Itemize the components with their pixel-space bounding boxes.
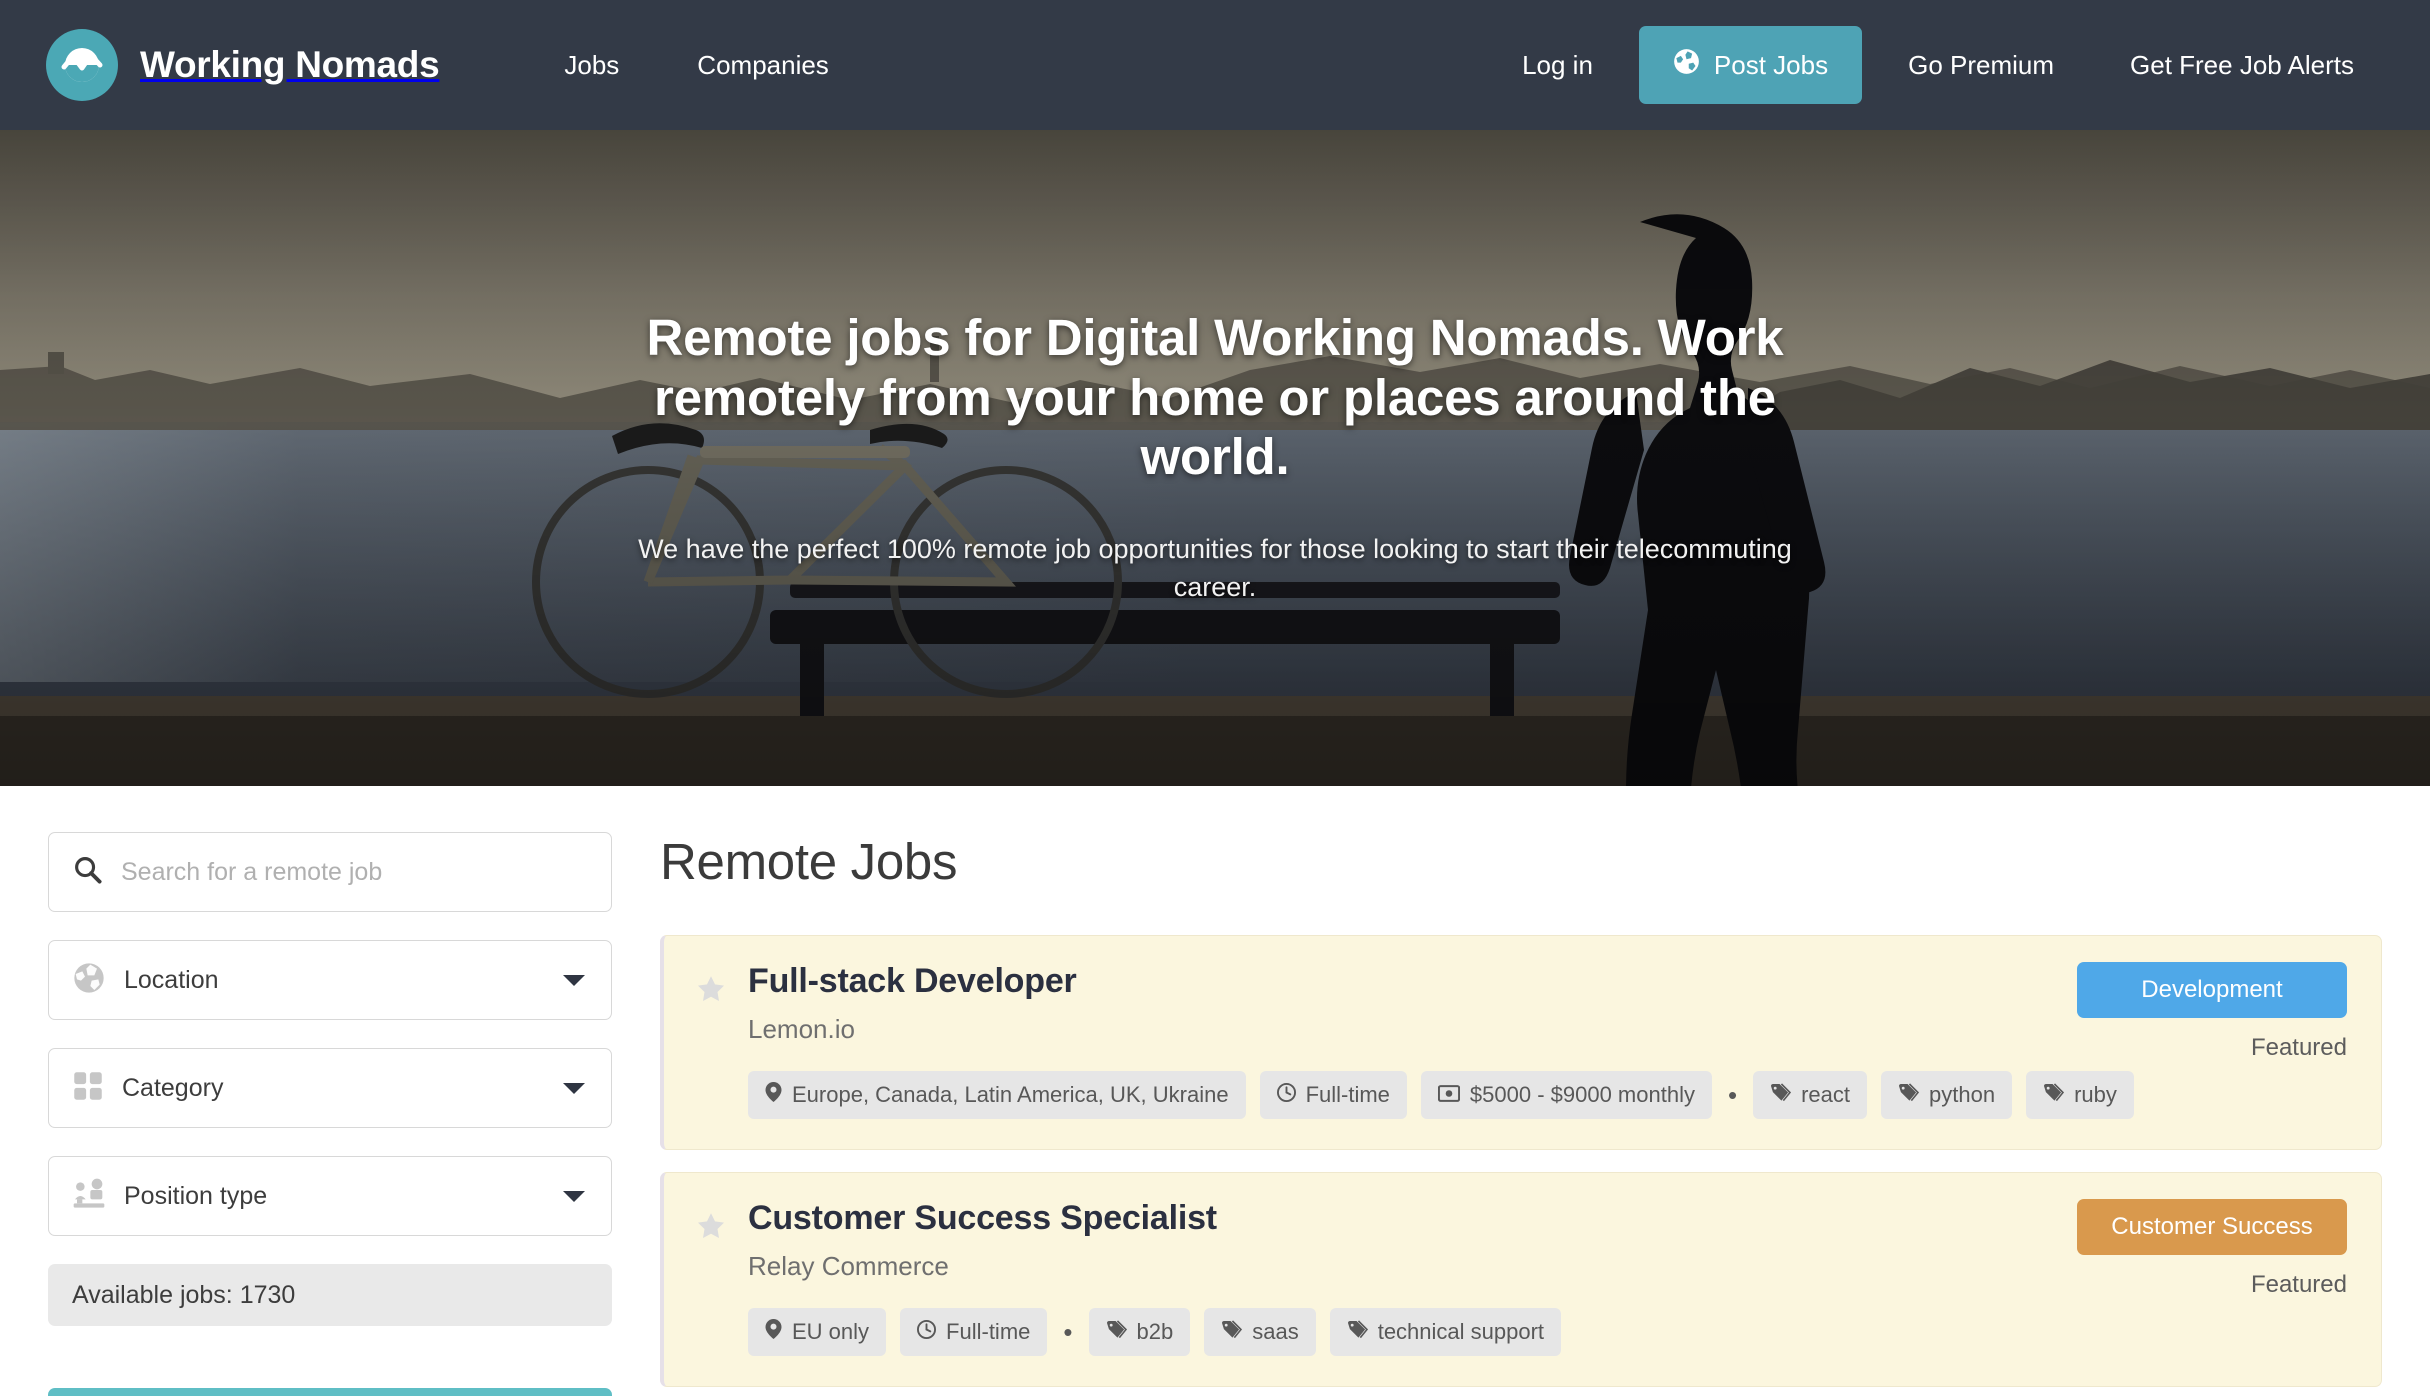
- hero-title: Remote jobs for Digital Working Nomads. …: [646, 309, 1784, 486]
- job-type-text: Full-time: [946, 1319, 1031, 1344]
- filter-location-label: Location: [124, 965, 219, 994]
- job-skill-pill[interactable]: b2b: [1088, 1308, 1191, 1356]
- chevron-down-icon: [563, 1190, 585, 1202]
- clock-icon: [1276, 1082, 1296, 1108]
- job-category-badge[interactable]: Customer Success: [2077, 1199, 2347, 1255]
- page-body: Location Category: [0, 786, 2430, 1396]
- map-pin-icon: [765, 1082, 782, 1108]
- tag-icon: [1106, 1319, 1127, 1345]
- job-skill-pill[interactable]: saas: [1204, 1308, 1316, 1356]
- page-title: Remote Jobs: [660, 833, 958, 890]
- search-icon: [73, 855, 102, 889]
- filter-position-type[interactable]: Position type: [48, 1156, 612, 1236]
- chevron-down-icon: [563, 1082, 585, 1094]
- tag-separator: •: [1063, 1317, 1073, 1347]
- job-skill-text: saas: [1252, 1319, 1299, 1344]
- post-jobs-label: Post Jobs: [1713, 49, 1829, 80]
- money-icon: [1437, 1082, 1460, 1108]
- secondary-nav: Log in Post Jobs Go Premium Get Free Job…: [1484, 0, 2392, 130]
- job-skill-text: technical support: [1377, 1319, 1545, 1344]
- hero-banner: Remote jobs for Digital Working Nomads. …: [0, 130, 2430, 786]
- job-skill-pill[interactable]: react: [1753, 1071, 1867, 1119]
- map-pin-icon: [765, 1319, 782, 1345]
- job-type-pill: Full-time: [900, 1308, 1048, 1356]
- filter-location[interactable]: Location: [48, 940, 612, 1020]
- filters-sidebar: Location Category: [0, 832, 660, 1396]
- grid-icon: [73, 1071, 103, 1106]
- job-alerts-link[interactable]: Get Free Job Alerts: [2092, 50, 2392, 81]
- primary-nav: Jobs Companies: [525, 50, 867, 81]
- globe-icon: [73, 962, 105, 999]
- star-icon[interactable]: [696, 974, 726, 1009]
- tag-icon: [1770, 1082, 1792, 1108]
- login-link[interactable]: Log in: [1484, 50, 1631, 81]
- job-location-pill: EU only: [748, 1308, 887, 1356]
- featured-label: Featured: [2250, 1271, 2347, 1298]
- go-premium-link[interactable]: Go Premium: [1870, 50, 2092, 81]
- tag-icon: [1221, 1319, 1243, 1345]
- job-salary-pill: $5000 - $9000 monthly: [1420, 1071, 1712, 1119]
- jobs-list-section: Remote Jobs Full-stack Developer Lemon.i…: [660, 832, 2430, 1396]
- filter-position-type-label: Position type: [124, 1181, 268, 1210]
- job-location-text: EU only: [792, 1319, 870, 1344]
- job-category-badge[interactable]: Development: [2077, 962, 2347, 1018]
- nav-companies[interactable]: Companies: [658, 50, 868, 81]
- job-location-text: Europe, Canada, Latin America, UK, Ukrai…: [792, 1082, 1229, 1107]
- star-icon[interactable]: [696, 1211, 726, 1246]
- job-skill-pill[interactable]: technical support: [1329, 1308, 1562, 1356]
- job-tags: EU only Full-time • b2b saas technical s…: [748, 1308, 2347, 1356]
- job-card[interactable]: Customer Success Specialist Relay Commer…: [660, 1172, 2382, 1387]
- job-skill-text: b2b: [1136, 1319, 1174, 1344]
- presentation-icon: [73, 1178, 105, 1215]
- job-salary-text: $5000 - $9000 monthly: [1469, 1082, 1695, 1107]
- job-location-pill: Europe, Canada, Latin America, UK, Ukrai…: [748, 1071, 1246, 1119]
- job-side-meta: Development Featured: [2077, 962, 2347, 1062]
- sidebar-cta-button[interactable]: [48, 1388, 612, 1396]
- job-card[interactable]: Full-stack Developer Lemon.io Europe, Ca…: [660, 935, 2382, 1150]
- tag-separator: •: [1727, 1080, 1738, 1110]
- brand-name: Working Nomads: [140, 44, 440, 85]
- job-skill-text: python: [1929, 1082, 1996, 1107]
- globe-icon: [1673, 48, 1700, 82]
- featured-label: Featured: [2250, 1034, 2347, 1061]
- site-header: Working Nomads Jobs Companies Log in Pos…: [0, 0, 2430, 130]
- clock-icon: [917, 1319, 937, 1345]
- brand-logo-link[interactable]: Working Nomads: [46, 29, 440, 101]
- available-jobs-count: Available jobs: 1730: [48, 1264, 612, 1326]
- search-input[interactable]: [121, 857, 587, 887]
- job-skill-text: ruby: [2074, 1082, 2117, 1107]
- hero-subtitle: We have the perfect 100% remote job oppo…: [638, 533, 1792, 602]
- job-tags: Europe, Canada, Latin America, UK, Ukrai…: [748, 1071, 2347, 1119]
- job-skill-text: react: [1801, 1082, 1850, 1107]
- job-side-meta: Customer Success Featured: [2077, 1199, 2347, 1299]
- job-type-pill: Full-time: [1259, 1071, 1407, 1119]
- nav-jobs[interactable]: Jobs: [525, 50, 658, 81]
- tag-icon: [1347, 1319, 1368, 1345]
- chevron-down-icon: [563, 974, 585, 986]
- filter-category-label: Category: [122, 1073, 224, 1102]
- job-type-text: Full-time: [1305, 1082, 1390, 1107]
- filter-category[interactable]: Category: [48, 1048, 612, 1128]
- search-field-wrapper[interactable]: [48, 832, 612, 912]
- job-skill-pill[interactable]: ruby: [2026, 1071, 2134, 1119]
- nomad-wave-logo-icon: [46, 29, 118, 101]
- tag-icon: [2043, 1082, 2065, 1108]
- tag-icon: [1898, 1082, 1920, 1108]
- post-jobs-button[interactable]: Post Jobs: [1638, 26, 1863, 104]
- job-skill-pill[interactable]: python: [1881, 1071, 2013, 1119]
